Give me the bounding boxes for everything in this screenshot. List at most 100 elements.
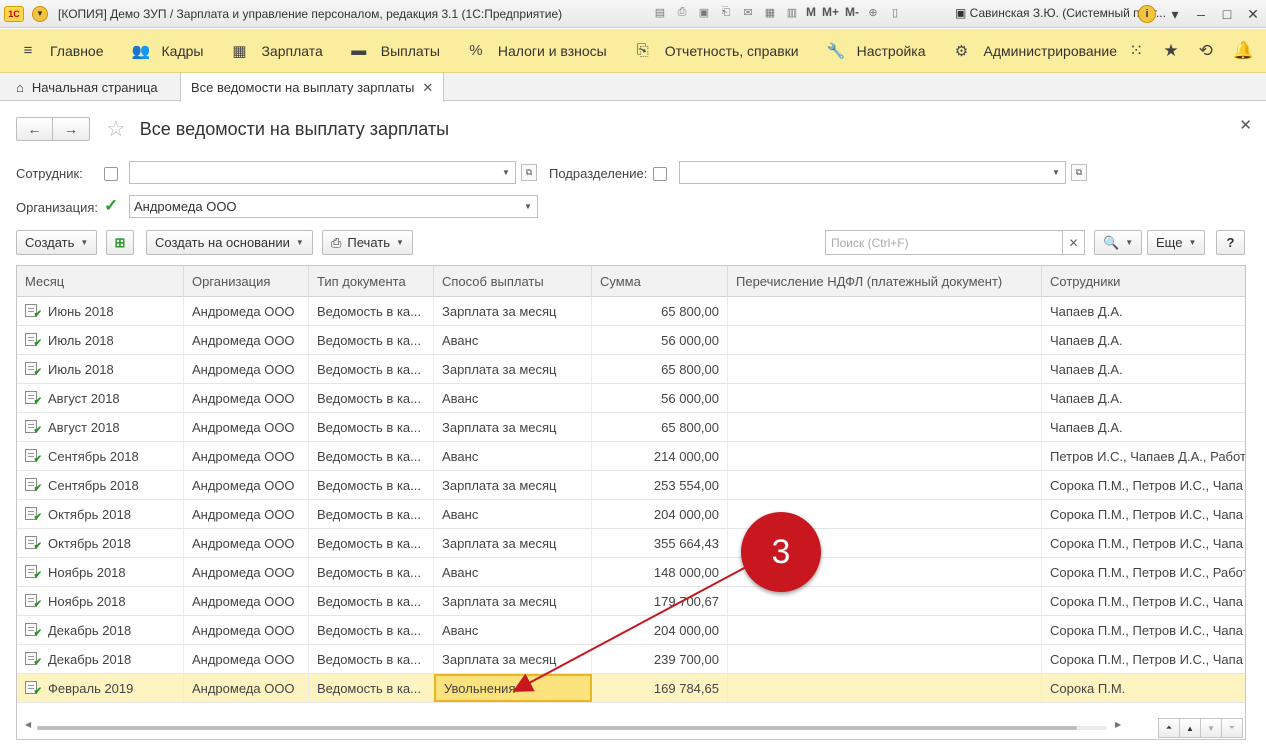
- calendar-icon[interactable]: ▥: [784, 4, 800, 20]
- cell-month[interactable]: ✔ Июль 2018: [17, 326, 184, 354]
- scroll-thumb[interactable]: [37, 726, 1077, 730]
- cell-month[interactable]: ✔ Ноябрь 2018: [17, 558, 184, 586]
- table-row[interactable]: ✔ Ноябрь 2018 Андромеда ООО Ведомость в ка.…: [17, 587, 1245, 616]
- cell-method[interactable]: Зарплата за месяц: [434, 587, 592, 615]
- cell-sum[interactable]: 56 000,00: [592, 384, 728, 412]
- close-form-icon[interactable]: ✕: [1239, 116, 1252, 134]
- cell-method[interactable]: Аванс: [434, 442, 592, 470]
- scroll-left-icon[interactable]: ◀: [25, 720, 31, 729]
- zoom-icon[interactable]: ⊕: [865, 4, 881, 20]
- favorites-star-icon[interactable]: ★: [1163, 41, 1178, 61]
- cell-ndfl[interactable]: [728, 297, 1042, 325]
- cell-ndfl[interactable]: [728, 413, 1042, 441]
- cell-employees[interactable]: Чапаев Д.А.: [1042, 355, 1245, 383]
- scroll-track[interactable]: [37, 726, 1107, 730]
- tab-all-statements[interactable]: Все ведомости на выплату зарплаты ✕: [180, 73, 445, 102]
- organization-field[interactable]: Андромеда ООО ▼: [129, 195, 538, 218]
- menu-item-settings[interactable]: 🔧 Настройка: [813, 29, 940, 73]
- back-arrow-icon[interactable]: ←: [17, 118, 53, 140]
- menu-item-taxes[interactable]: % Налоги и взносы: [454, 29, 621, 73]
- cell-organization[interactable]: Андромеда ООО: [184, 355, 309, 383]
- minimize-icon[interactable]: –: [1188, 6, 1214, 22]
- column-header-employees[interactable]: Сотрудники: [1042, 266, 1245, 297]
- cell-method[interactable]: Зарплата за месяц: [434, 413, 592, 441]
- cell-method[interactable]: Аванс: [434, 558, 592, 586]
- clear-search-icon[interactable]: ✕: [1062, 231, 1084, 254]
- cell-doctype[interactable]: Ведомость в ка...: [309, 645, 434, 673]
- copy-document-button[interactable]: ⊞: [106, 230, 134, 255]
- cell-ndfl[interactable]: [728, 384, 1042, 412]
- info-icon[interactable]: i: [1138, 5, 1156, 23]
- column-header-doctype[interactable]: Тип документа: [309, 266, 434, 297]
- cell-ndfl[interactable]: [728, 471, 1042, 499]
- cell-organization[interactable]: Андромеда ООО: [184, 587, 309, 615]
- memory-button-m-minus[interactable]: M-: [845, 4, 859, 20]
- employee-field[interactable]: ▼ ⧉: [129, 161, 537, 184]
- panel-icon[interactable]: ▯: [887, 4, 903, 20]
- current-user[interactable]: ▣ Савинская З.Ю. (Системный прог...: [955, 6, 1166, 20]
- cell-sum[interactable]: 148 000,00: [592, 558, 728, 586]
- cell-doctype[interactable]: Ведомость в ка...: [309, 558, 434, 586]
- cell-organization[interactable]: Андромеда ООО: [184, 616, 309, 644]
- favorite-star-icon[interactable]: ☆: [106, 116, 126, 142]
- preview-icon[interactable]: ▣: [696, 4, 712, 20]
- print-button[interactable]: ⎙ Печать ▼: [322, 230, 413, 255]
- menu-item-reports[interactable]: ⎘ Отчетность, справки: [621, 29, 813, 73]
- close-window-icon[interactable]: ✕: [1240, 6, 1266, 23]
- cell-organization[interactable]: Андромеда ООО: [184, 442, 309, 470]
- cell-organization[interactable]: Андромеда ООО: [184, 558, 309, 586]
- cell-employees[interactable]: Чапаев Д.А.: [1042, 413, 1245, 441]
- department-field[interactable]: ▼ ⧉: [679, 161, 1087, 184]
- cell-month[interactable]: ✔ Август 2018: [17, 413, 184, 441]
- open-icon[interactable]: ⧉: [1071, 164, 1087, 181]
- cell-month[interactable]: ✔ Ноябрь 2018: [17, 587, 184, 615]
- table-row[interactable]: ✔ Июль 2018 Андромеда ООО Ведомость в ка...…: [17, 326, 1245, 355]
- cell-sum[interactable]: 204 000,00: [592, 500, 728, 528]
- cell-employees[interactable]: Сорока П.М., Петров И.С., Работ: [1042, 558, 1245, 586]
- cell-doctype[interactable]: Ведомость в ка...: [309, 297, 434, 325]
- table-row[interactable]: ✔ Сентябрь 2018 Андромеда ООО Ведомость в к…: [17, 471, 1245, 500]
- chevron-down-icon[interactable]: ▼: [497, 162, 515, 183]
- cell-method[interactable]: Зарплата за месяц: [434, 355, 592, 383]
- menu-item-salary[interactable]: ▦ Зарплата: [217, 29, 336, 73]
- cell-doctype[interactable]: Ведомость в ка...: [309, 587, 434, 615]
- cell-method[interactable]: Аванс: [434, 326, 592, 354]
- cell-doctype[interactable]: Ведомость в ка...: [309, 326, 434, 354]
- cell-method[interactable]: Зарплата за месяц: [434, 645, 592, 673]
- cell-sum[interactable]: 204 000,00: [592, 616, 728, 644]
- column-header-organization[interactable]: Организация: [184, 266, 309, 297]
- cell-method[interactable]: Зарплата за месяц: [434, 471, 592, 499]
- cell-organization[interactable]: Андромеда ООО: [184, 297, 309, 325]
- last-page-icon[interactable]: ⏷: [1221, 718, 1243, 738]
- department-filter-checkbox[interactable]: [653, 167, 667, 181]
- cell-employees[interactable]: Сорока П.М., Петров И.С., Чапа: [1042, 616, 1245, 644]
- cell-employees[interactable]: Сорока П.М., Петров И.С., Чапа: [1042, 645, 1245, 673]
- column-header-month[interactable]: Месяц: [17, 266, 184, 297]
- menu-item-main[interactable]: ≡ Главное: [0, 29, 118, 73]
- cell-sum[interactable]: 56 000,00: [592, 326, 728, 354]
- table-row[interactable]: ✔ Февраль 2019 Андромеда ООО Ведомость в ка…: [17, 674, 1245, 703]
- cell-organization[interactable]: Андромеда ООО: [184, 384, 309, 412]
- calc-icon[interactable]: ▦: [762, 4, 778, 20]
- cell-organization[interactable]: Андромеда ООО: [184, 413, 309, 441]
- history-icon[interactable]: ⟲: [1199, 41, 1213, 61]
- cell-method[interactable]: Аванс: [434, 616, 592, 644]
- cell-employees[interactable]: Сорока П.М., Петров И.С., Чапа: [1042, 500, 1245, 528]
- search-options-button[interactable]: 🔍 ▼: [1094, 230, 1143, 255]
- column-header-method[interactable]: Способ выплаты: [434, 266, 592, 297]
- maximize-icon[interactable]: □: [1214, 6, 1240, 22]
- search-input[interactable]: Поиск (Ctrl+F) ✕: [825, 230, 1085, 255]
- table-row[interactable]: ✔ Ноябрь 2018 Андромеда ООО Ведомость в ка.…: [17, 558, 1245, 587]
- employee-filter-checkbox[interactable]: [104, 167, 118, 181]
- page-up-icon[interactable]: ▲: [1179, 718, 1201, 738]
- apps-grid-icon[interactable]: ⁙: [1129, 41, 1143, 61]
- tab-home[interactable]: ⌂ Начальная страница: [6, 73, 168, 101]
- cell-month[interactable]: ✔ Август 2018: [17, 384, 184, 412]
- chevron-down-icon[interactable]: ▾: [1162, 6, 1188, 23]
- cell-ndfl[interactable]: [728, 645, 1042, 673]
- cell-month[interactable]: ✔ Декабрь 2018: [17, 616, 184, 644]
- cell-doctype[interactable]: Ведомость в ка...: [309, 616, 434, 644]
- cell-method[interactable]: Увольнения: [434, 674, 592, 702]
- create-based-on-button[interactable]: Создать на основании ▼: [146, 230, 313, 255]
- cell-month[interactable]: ✔ Сентябрь 2018: [17, 442, 184, 470]
